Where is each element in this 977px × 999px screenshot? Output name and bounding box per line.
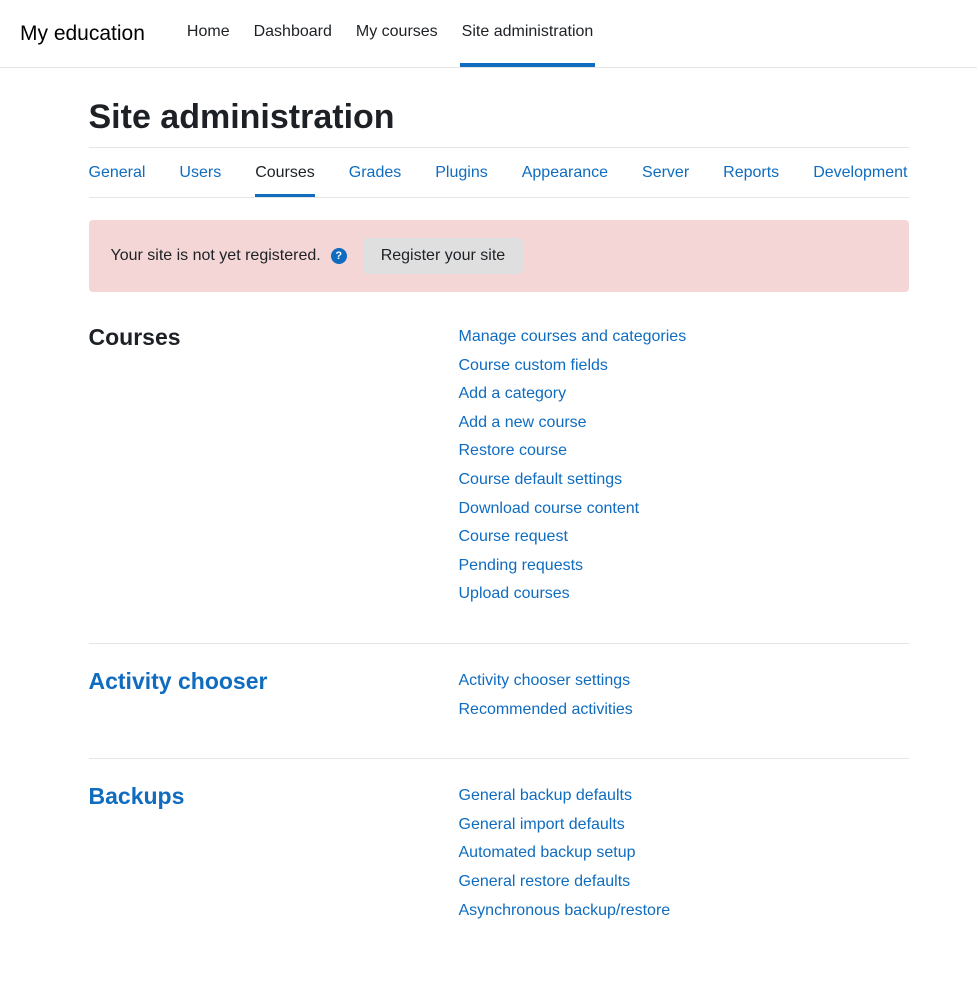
section-links: Activity chooser settings Recommended act…	[459, 668, 633, 722]
topbar: My education Home Dashboard My courses Site…	[0, 0, 977, 68]
admin-link[interactable]: General backup defaults	[459, 783, 671, 809]
section-links: Manage courses and categories Course cust…	[459, 324, 687, 607]
tab-server[interactable]: Server	[642, 150, 689, 197]
tab-reports[interactable]: Reports	[723, 150, 779, 197]
admin-link[interactable]: Course custom fields	[459, 353, 687, 379]
section-courses: CoursesManage courses and categories Cour…	[89, 318, 909, 643]
admin-link[interactable]: Activity chooser settings	[459, 668, 633, 694]
admin-link[interactable]: Add a category	[459, 381, 687, 407]
tab-appearance[interactable]: Appearance	[522, 150, 608, 197]
topnav-item-my-courses[interactable]: My courses	[354, 0, 440, 67]
alert-text: Your site is not yet registered.	[111, 247, 321, 265]
brand[interactable]: My education	[20, 22, 145, 46]
admin-link[interactable]: General restore defaults	[459, 869, 671, 895]
admin-link[interactable]: Manage courses and categories	[459, 324, 687, 350]
admin-link[interactable]: Pending requests	[459, 553, 687, 579]
section-title[interactable]: Activity chooser	[89, 668, 459, 722]
main-container: Site administration GeneralUsersCoursesG…	[9, 68, 969, 999]
section-backups: BackupsGeneral backup defaults General im…	[89, 758, 909, 959]
topnav-item-dashboard[interactable]: Dashboard	[252, 0, 334, 67]
admin-link[interactable]: Add a new course	[459, 410, 687, 436]
registration-alert: Your site is not yet registered. ? Regis…	[89, 220, 909, 292]
section-links: General backup defaults General import de…	[459, 783, 671, 923]
register-button[interactable]: Register your site	[363, 238, 524, 274]
admin-link[interactable]: Course default settings	[459, 467, 687, 493]
tab-courses[interactable]: Courses	[255, 150, 315, 197]
admin-link[interactable]: Recommended activities	[459, 697, 633, 723]
section-activity-chooser: Activity chooserActivity chooser setting…	[89, 643, 909, 758]
admin-link[interactable]: Course request	[459, 524, 687, 550]
admin-link[interactable]: Upload courses	[459, 581, 687, 607]
tab-general[interactable]: General	[89, 150, 146, 197]
top-nav: Home Dashboard My courses Site administrati…	[185, 0, 595, 67]
topnav-item-home[interactable]: Home	[185, 0, 232, 67]
sections: CoursesManage courses and categories Cour…	[89, 318, 909, 959]
admin-link[interactable]: Restore course	[459, 438, 687, 464]
admin-link[interactable]: Download course content	[459, 496, 687, 522]
tab-users[interactable]: Users	[179, 150, 221, 197]
section-title: Courses	[89, 324, 459, 607]
help-icon[interactable]: ?	[331, 248, 347, 264]
section-title[interactable]: Backups	[89, 783, 459, 923]
topnav-item-site-administration[interactable]: Site administration	[460, 0, 596, 67]
tab-grades[interactable]: Grades	[349, 150, 401, 197]
tab-development[interactable]: Development	[813, 150, 907, 197]
admin-link[interactable]: Asynchronous backup/restore	[459, 898, 671, 924]
admin-tabs: General Users Courses Grades Plugins Appearan…	[89, 147, 909, 198]
admin-link[interactable]: General import defaults	[459, 812, 671, 838]
tab-plugins[interactable]: Plugins	[435, 150, 487, 197]
admin-link[interactable]: Automated backup setup	[459, 840, 671, 866]
page-title: Site administration	[89, 98, 909, 137]
